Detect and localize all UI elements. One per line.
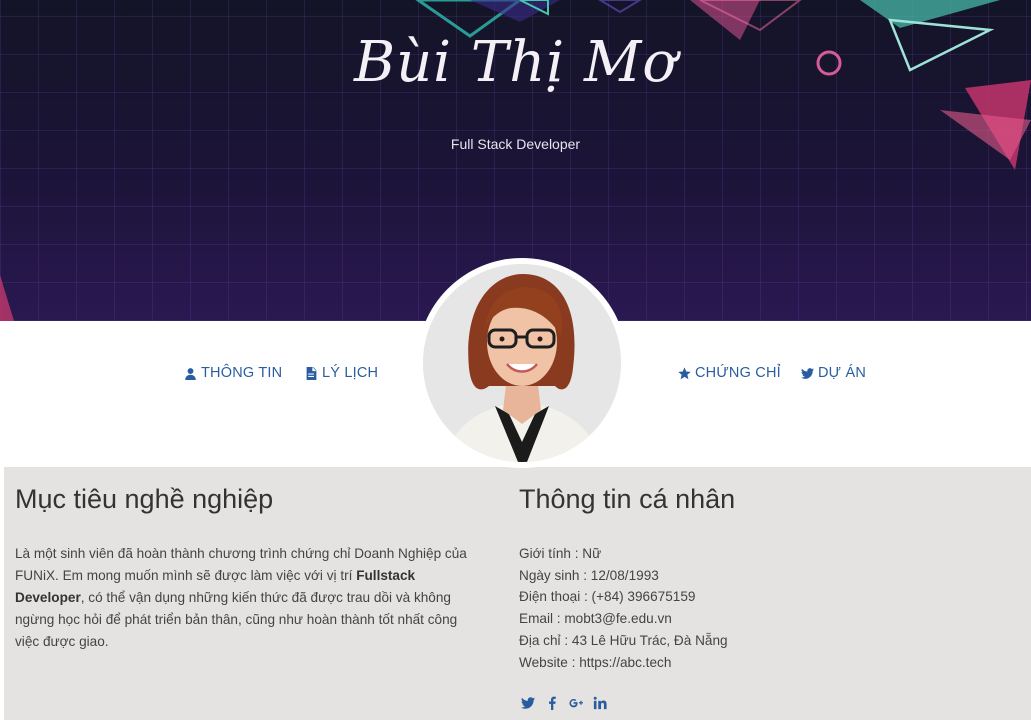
personal-info-title: Thông tin cá nhân <box>519 484 736 514</box>
objective-text-part: , có thể vận dụng những kiến thức đã đượ… <box>15 590 458 649</box>
objective-title: Mục tiêu nghề nghiệp <box>15 484 274 514</box>
nav-item-cv[interactable]: LÝ LỊCH <box>305 362 378 384</box>
user-icon <box>185 367 196 380</box>
nav-item-label: LÝ LỊCH <box>322 365 379 381</box>
google-plus-icon <box>569 698 583 708</box>
nav-item-projects[interactable]: DỰ ÁN <box>801 362 866 384</box>
info-birthday: Ngày sinh : 12/08/1993 <box>519 567 659 583</box>
linkedin-link[interactable] <box>593 696 607 710</box>
avatar-portrait <box>423 264 621 462</box>
twitter-link[interactable] <box>521 696 535 710</box>
twitter-icon <box>521 697 535 709</box>
hero-name: Bùi Thị Mơ <box>353 30 678 95</box>
nav-item-label: CHỨNG CHỈ <box>695 365 781 381</box>
twitter-icon <box>801 367 814 379</box>
nav-item-label: DỰ ÁN <box>818 365 867 381</box>
linkedin-icon <box>593 696 607 710</box>
star-icon <box>678 366 691 379</box>
hero-role: Full Stack Developer <box>450 136 581 152</box>
profile-avatar-frame <box>417 258 627 468</box>
personal-info-list: Giới tính : Nữ Ngày sinh : 12/08/1993 Đi… <box>519 543 728 673</box>
profile-content-section: Mục tiêu nghề nghiệp Là một sinh viên đã… <box>4 467 1031 720</box>
info-gender: Giới tính : Nữ <box>519 546 602 561</box>
nav-item-certificates[interactable]: CHỨNG CHỈ <box>678 362 781 384</box>
nav-item-label: THÔNG TIN <box>201 365 283 381</box>
facebook-icon <box>549 696 556 710</box>
google-plus-link[interactable] <box>569 696 583 710</box>
info-website: Website : https://abc.tech <box>519 654 672 670</box>
info-email: Email : mobt3@fe.edu.vn <box>519 611 672 627</box>
nav-item-info[interactable]: THÔNG TIN <box>184 362 282 384</box>
avatar <box>423 264 621 462</box>
facebook-link[interactable] <box>545 696 559 710</box>
info-phone: Điện thoại : (+84) 396675159 <box>519 589 696 605</box>
social-links <box>521 696 607 710</box>
document-icon <box>306 366 317 380</box>
objective-text: Là một sinh viên đã hoàn thành chương tr… <box>15 543 485 653</box>
info-address: Địa chỉ : 43 Lê Hữu Trác, Đà Nẵng <box>519 632 728 648</box>
